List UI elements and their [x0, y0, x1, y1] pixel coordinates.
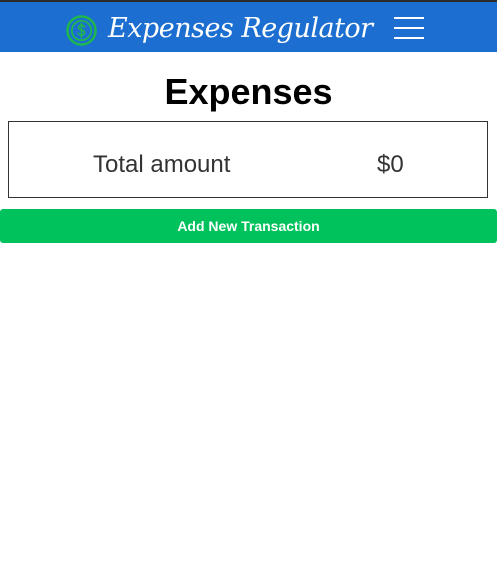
top-navbar: Expenses Regulator [0, 0, 497, 52]
total-amount-label: Total amount [93, 151, 231, 178]
dollar-coin-icon [66, 14, 97, 46]
menu-bar [394, 17, 424, 19]
page-title: Expenses [164, 71, 333, 112]
hamburger-menu-icon[interactable] [391, 14, 427, 42]
add-new-transaction-button[interactable]: Add New Transaction [0, 209, 497, 243]
total-amount-card: Total amount $0 [8, 121, 488, 198]
menu-bar [394, 27, 424, 29]
brand-title: Expenses Regulator [108, 12, 373, 44]
menu-bar [394, 37, 424, 39]
total-amount-value: $0 [377, 151, 404, 178]
brand[interactable]: Expenses Regulator [66, 14, 373, 46]
